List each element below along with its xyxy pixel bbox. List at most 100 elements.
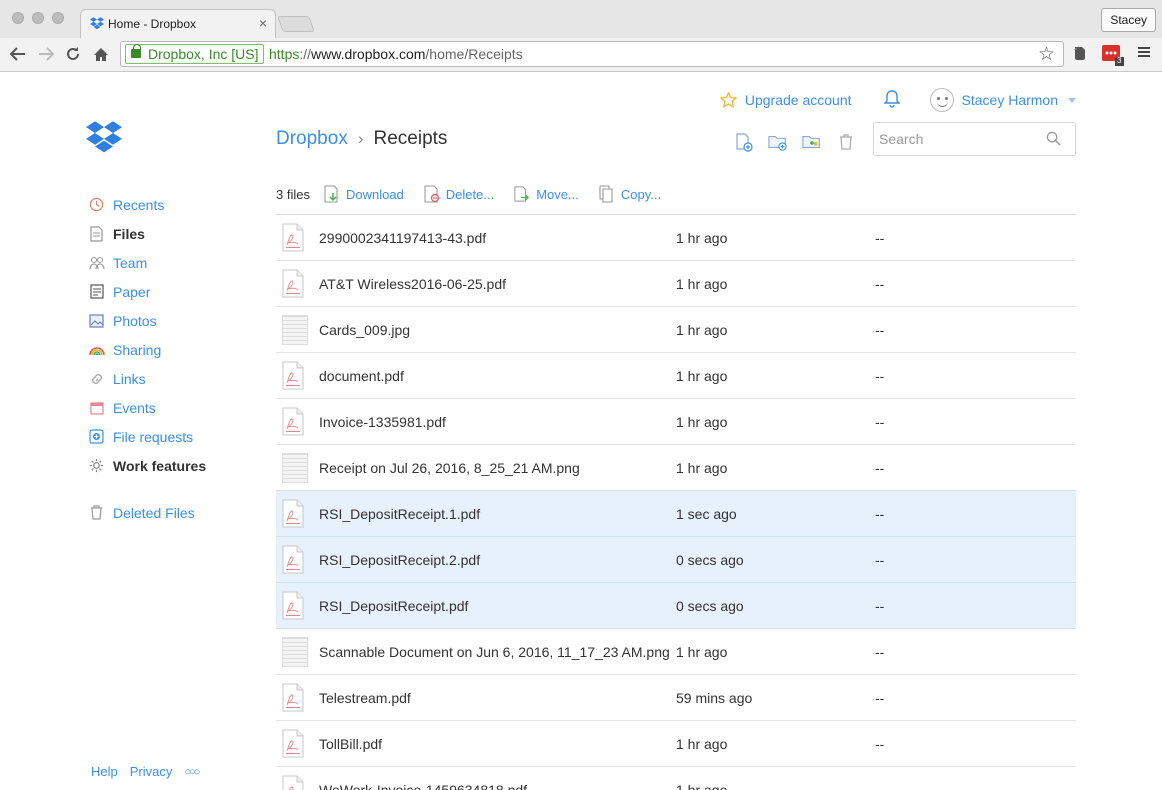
file-modified: 1 sec ago	[676, 506, 737, 522]
file-name[interactable]: RSI_DepositReceipt.2.pdf	[319, 552, 480, 568]
copy-label: Copy...	[620, 186, 662, 202]
table-row[interactable]: Receipt on Jul 26, 2016, 8_25_21 AM.png 1…	[276, 445, 1076, 491]
file-name[interactable]: WeWork-Invoice-1459634818.pdf	[319, 782, 527, 790]
new-tab-button[interactable]	[277, 16, 315, 32]
dropbox-logo-icon[interactable]	[86, 121, 122, 157]
table-row[interactable]: Invoice-1335981.pdf 1 hr ago --	[276, 399, 1076, 445]
privacy-link[interactable]: Privacy	[130, 764, 173, 781]
sidebar-item-files[interactable]: Files	[88, 219, 206, 248]
tab-strip: Home - Dropbox × Stacey	[0, 0, 1162, 38]
sidebar-item-team[interactable]: Team	[88, 248, 206, 277]
chrome-menu-icon[interactable]	[1136, 44, 1156, 64]
sidebar-item-events[interactable]: Events	[88, 393, 206, 422]
minimize-window-button[interactable]	[32, 12, 44, 24]
table-row[interactable]: Telestream.pdf 59 mins ago --	[276, 675, 1076, 721]
file-name[interactable]: document.pdf	[319, 368, 404, 384]
profile-button[interactable]: Stacey	[1101, 8, 1156, 32]
file-name[interactable]: Receipt on Jul 26, 2016, 8_25_21 AM.png	[319, 460, 580, 476]
upload-file-icon[interactable]	[734, 132, 754, 152]
close-window-button[interactable]	[12, 12, 24, 24]
delete-trash-icon[interactable]	[836, 132, 856, 152]
shared-folder-icon[interactable]	[802, 132, 822, 152]
selected-file-count: 3 files	[276, 186, 310, 202]
copy-file-icon	[599, 185, 613, 203]
url-separator: ://	[299, 46, 312, 62]
copy-button[interactable]: Copy...	[599, 185, 661, 203]
table-row[interactable]: Cards_009.jpg 1 hr ago --	[276, 307, 1076, 353]
back-arrow-icon[interactable]	[8, 44, 28, 64]
table-row[interactable]: 2990002341197413-43.pdf 1 hr ago --	[276, 215, 1076, 261]
file-members: --	[875, 230, 885, 246]
browser-tab[interactable]: Home - Dropbox ×	[80, 9, 276, 38]
folder-actions	[734, 132, 856, 152]
breadcrumb-root-link[interactable]: Dropbox	[276, 128, 348, 150]
help-link[interactable]: Help	[91, 764, 118, 781]
url-text[interactable]: https://www.dropbox.com/home/Receipts	[269, 46, 523, 62]
search-input[interactable]	[874, 123, 1044, 155]
download-button[interactable]: Download	[324, 185, 404, 203]
team-icon	[88, 254, 105, 271]
file-name[interactable]: 2990002341197413-43.pdf	[319, 230, 486, 246]
zoom-window-button[interactable]	[52, 12, 64, 24]
bookmark-star-icon[interactable]: ☆	[1038, 43, 1055, 66]
file-name[interactable]: RSI_DepositReceipt.1.pdf	[319, 506, 480, 522]
file-name[interactable]: Cards_009.jpg	[319, 322, 410, 338]
sidebar-item-links[interactable]: Links	[88, 364, 206, 393]
file-name[interactable]: AT&T Wireless2016-06-25.pdf	[319, 276, 506, 292]
file-name[interactable]: TollBill.pdf	[319, 736, 382, 752]
sidebar-item-photos[interactable]: Photos	[88, 306, 206, 335]
file-modified: 1 hr ago	[676, 322, 728, 338]
download-icon	[324, 185, 338, 203]
table-row[interactable]: WeWork-Invoice-1459634818.pdf 1 hr ago --	[276, 767, 1076, 790]
search-icon[interactable]	[1046, 131, 1061, 146]
user-menu[interactable]: Stacey Harmon	[929, 88, 1076, 112]
image-thumbnail-icon	[282, 453, 308, 483]
file-name[interactable]: Scannable Document on Jun 6, 2016, 11_17…	[319, 644, 670, 660]
table-row[interactable]: RSI_DepositReceipt.pdf 0 secs ago --	[276, 583, 1076, 629]
file-members: --	[875, 460, 885, 476]
table-row[interactable]: Scannable Document on Jun 6, 2016, 11_17…	[276, 629, 1076, 675]
gear-icon	[88, 457, 105, 474]
upgrade-account-label: Upgrade account	[744, 92, 852, 108]
more-options-icon[interactable]: ○○○	[184, 764, 200, 781]
home-icon[interactable]	[91, 44, 111, 64]
rainbow-icon	[88, 341, 105, 358]
image-thumbnail-icon	[282, 637, 308, 667]
reload-icon[interactable]	[63, 44, 83, 64]
file-name[interactable]: Telestream.pdf	[319, 690, 411, 706]
breadcrumb: Dropbox › Receipts	[276, 128, 447, 150]
file-name[interactable]: RSI_DepositReceipt.pdf	[319, 598, 468, 614]
evernote-extension-icon[interactable]	[1071, 44, 1091, 64]
file-list: 2990002341197413-43.pdf 1 hr ago -- AT&T Wi…	[276, 214, 1076, 790]
tab-close-icon[interactable]: ×	[259, 15, 267, 31]
search-box[interactable]	[873, 122, 1076, 156]
notification-bell-icon[interactable]	[882, 89, 901, 111]
table-row[interactable]: RSI_DepositReceipt.1.pdf 1 sec ago --	[276, 491, 1076, 537]
sidebar-item-work-features[interactable]: Work features	[88, 451, 206, 480]
file-name[interactable]: Invoice-1335981.pdf	[319, 414, 446, 430]
link-icon	[88, 370, 105, 387]
address-bar[interactable]: Dropbox, Inc [US] https://www.dropbox.co…	[120, 41, 1064, 67]
extension-badge-icon[interactable]: 3	[1102, 44, 1124, 66]
table-row[interactable]: TollBill.pdf 1 hr ago --	[276, 721, 1076, 767]
sidebar-item-sharing[interactable]: Sharing	[88, 335, 206, 364]
delete-button[interactable]: Delete...	[424, 185, 494, 203]
sidebar-item-recents[interactable]: Recents	[88, 190, 206, 219]
upgrade-account-link[interactable]: Upgrade account	[719, 92, 852, 108]
table-row[interactable]: document.pdf 1 hr ago --	[276, 353, 1076, 399]
sidebar-item-file-requests[interactable]: File requests	[88, 422, 206, 451]
file-modified: 0 secs ago	[676, 598, 744, 614]
new-folder-icon[interactable]	[768, 132, 788, 152]
secure-indicator[interactable]: Dropbox, Inc [US]	[125, 44, 264, 64]
avatar	[929, 88, 954, 112]
sidebar-item-deleted-files[interactable]: Deleted Files	[88, 498, 206, 527]
forward-arrow-icon[interactable]	[36, 44, 56, 64]
file-members: --	[875, 782, 885, 790]
file-request-icon	[88, 428, 105, 445]
move-button[interactable]: Move...	[514, 185, 579, 203]
sidebar-item-label: Files	[113, 225, 145, 242]
table-row[interactable]: AT&T Wireless2016-06-25.pdf 1 hr ago --	[276, 261, 1076, 307]
table-row[interactable]: RSI_DepositReceipt.2.pdf 0 secs ago --	[276, 537, 1076, 583]
sidebar: Recents Files Team Paper Photos Sharing …	[88, 190, 206, 527]
sidebar-item-paper[interactable]: Paper	[88, 277, 206, 306]
